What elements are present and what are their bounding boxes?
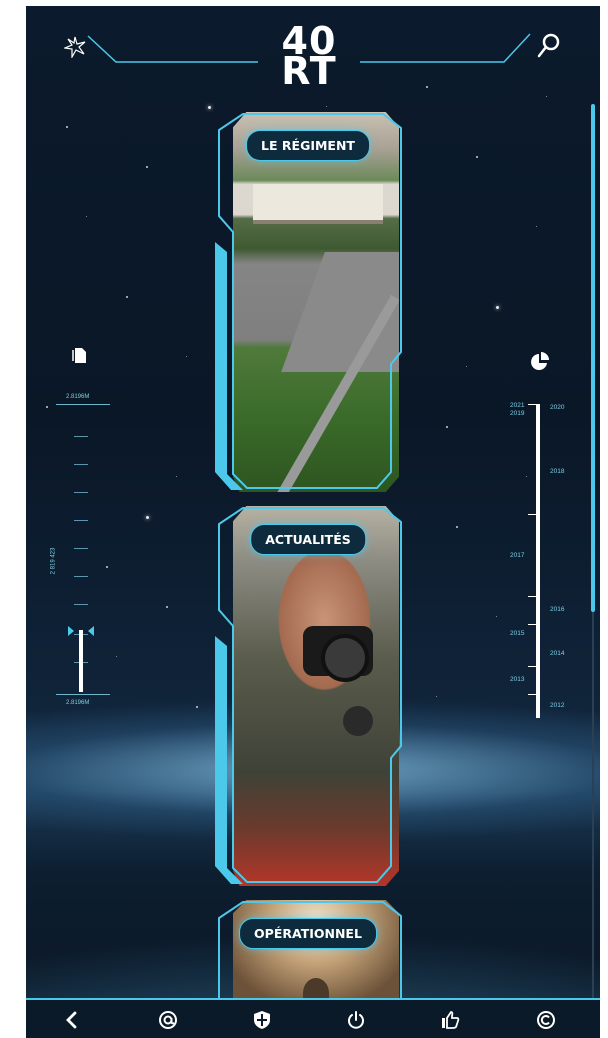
at-icon[interactable] [138,1000,198,1038]
timeline-bar [536,404,540,718]
shield-icon[interactable] [232,1000,292,1038]
emblem-icon[interactable] [62,36,86,60]
app-frame: 40 RT LE RÉGIMENT ACTUALITÉS OPÉRATIONNE… [26,6,600,1038]
search-icon[interactable] [536,32,562,60]
power-icon[interactable] [326,1000,386,1038]
card-label-actualites: ACTUALITÉS [250,524,366,555]
year-label[interactable]: 2017 [510,552,524,559]
thumbs-up-icon[interactable] [420,1000,480,1038]
year-label[interactable]: 2012 [550,702,564,709]
gauge-level-bar [79,630,83,692]
left-gauge: 2.8196M 2 819 423 2.8196M [50,346,140,726]
document-icon[interactable] [72,346,88,364]
card-regiment[interactable]: LE RÉGIMENT [213,112,403,492]
card-label-regiment: LE RÉGIMENT [246,130,370,161]
gauge-bottom-rule [56,694,110,695]
gauge-marker-left [68,626,74,636]
card-actualites[interactable]: ACTUALITÉS [213,506,403,886]
year-label[interactable]: 2013 [510,676,524,683]
regiment-image [233,112,399,492]
copyright-icon[interactable] [516,1000,576,1038]
logo-letters: RT [281,49,337,93]
bottom-nav-bar [26,998,600,1038]
card-label-operationnel: OPÉRATIONNEL [239,918,377,949]
gauge-mid-value: 2 819 423 [50,547,57,575]
gauge-marker-right [88,626,94,636]
year-label[interactable]: 2015 [510,630,524,637]
actualites-image [233,506,399,886]
year-label[interactable]: 2018 [550,468,564,475]
back-icon[interactable] [42,1000,102,1038]
year-label[interactable]: 2014 [550,650,564,657]
gauge-top-rule [56,404,110,405]
gauge-top-value: 2.8196M [66,394,90,400]
scrollbar-track[interactable] [592,612,594,1002]
operationnel-image [233,900,399,1010]
year-timeline: 2021 2019 2017 2015 2013 2020 2018 2016 … [506,346,576,726]
app-logo[interactable]: 40 RT [266,22,352,93]
year-label[interactable]: 2016 [550,606,564,613]
scrollbar-thumb[interactable] [591,104,595,612]
gauge-bottom-value: 2.8196M [66,700,90,706]
year-label[interactable]: 2020 [550,404,564,411]
pie-chart-icon[interactable] [530,352,550,372]
year-label[interactable]: 2021 [510,402,524,409]
card-operationnel[interactable]: OPÉRATIONNEL [213,900,403,1010]
year-label[interactable]: 2019 [510,410,524,417]
